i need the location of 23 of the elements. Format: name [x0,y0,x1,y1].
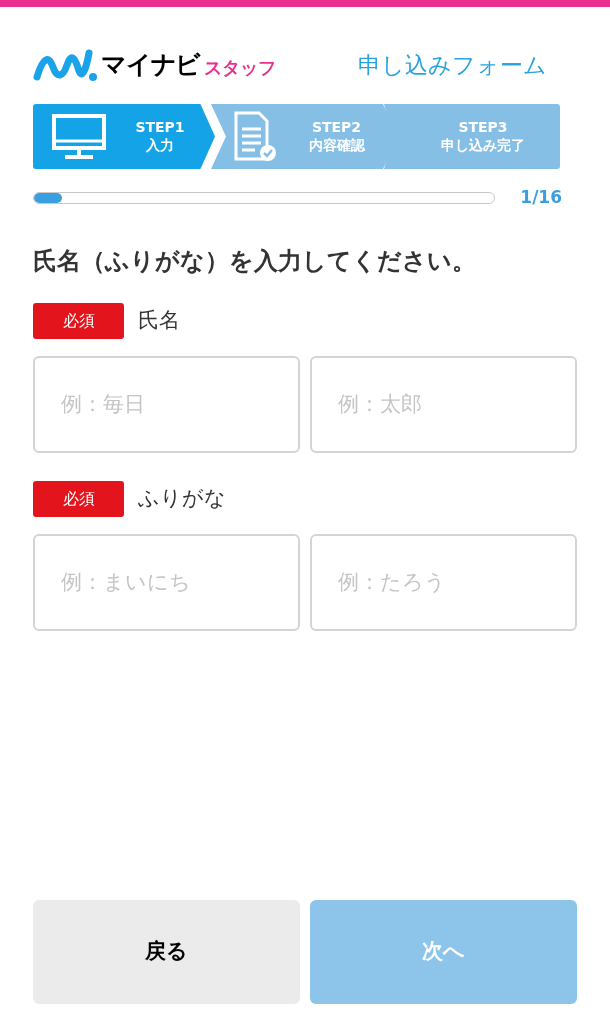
field-label: 氏名 [138,306,180,334]
required-badge: 必須 [33,302,124,339]
step-name: 入力 [146,136,174,154]
logo-text: マイナビ [101,49,200,82]
nav-button[interactable]: 戻る [33,900,300,1004]
field-label: ふりがな [138,484,226,512]
required-badge: 必須 [33,480,124,517]
monitor-icon [51,112,107,161]
text-input-field[interactable]: 例：たろう [310,533,577,631]
logo-subtext: スタッフ [204,55,276,80]
text-input-field[interactable]: 例：まいにち [33,533,300,631]
step-number: STEP3 [458,119,508,137]
question-heading: 氏名（ふりがな）を入力してください。 [33,245,477,277]
step-name: 内容確認 [308,136,365,154]
progress-counter: 1/16 [520,186,562,209]
form-title: 申し込みフォーム [358,50,547,80]
step-number: STEP2 [311,119,362,137]
document-check-icon [233,110,277,163]
logo-wave-icon [33,47,97,83]
text-input-field[interactable]: 例：毎日 [33,355,300,453]
step-number: STEP1 [135,119,185,137]
step-name: 申し込み完了 [441,136,525,154]
text-input-field[interactable]: 例：太郎 [310,355,577,453]
